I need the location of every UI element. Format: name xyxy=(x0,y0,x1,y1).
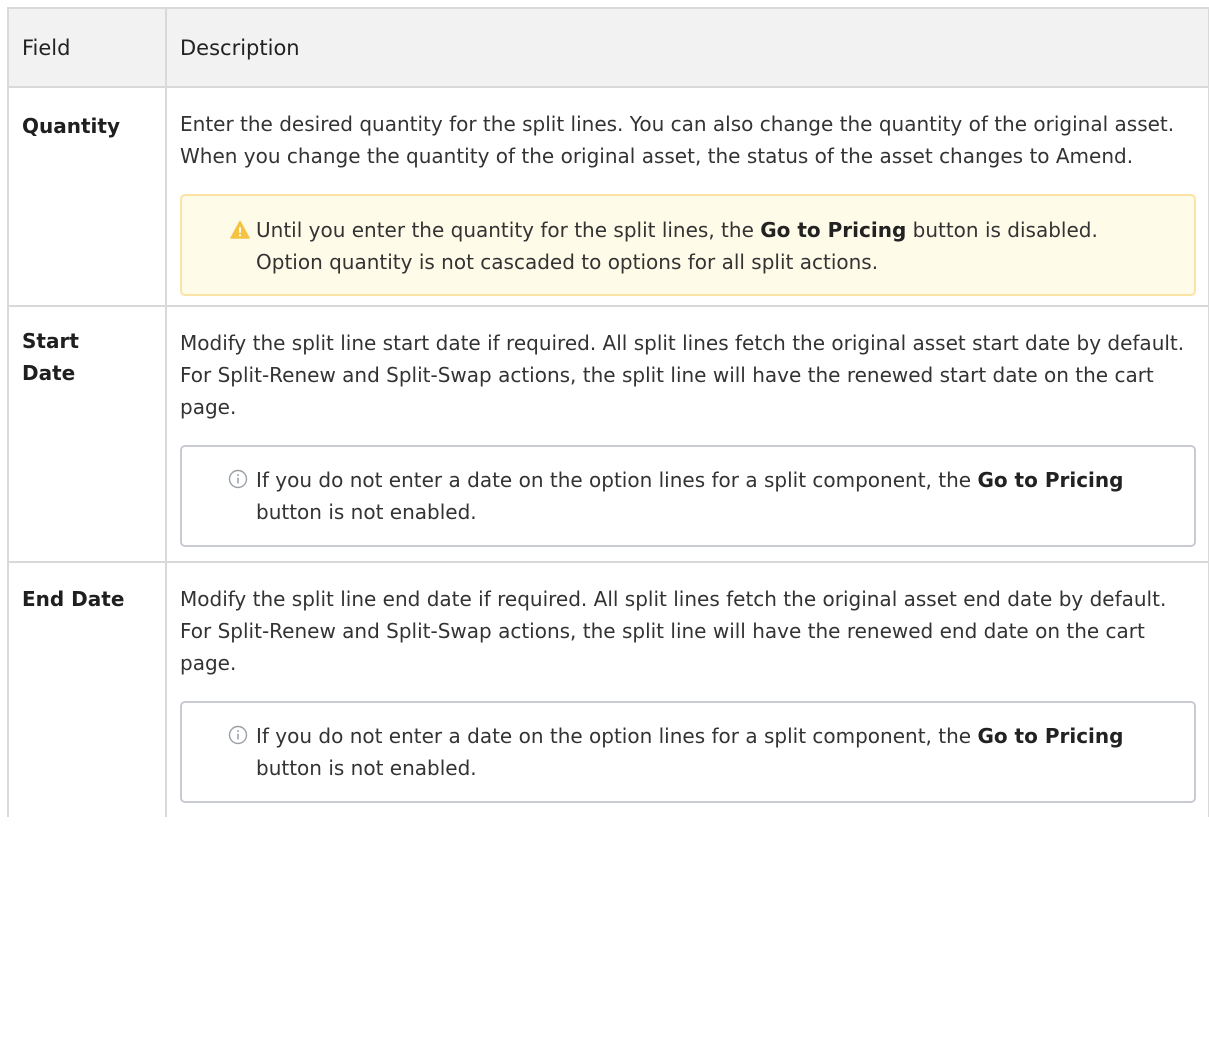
note-text: Until you enter the quantity for the spl… xyxy=(256,218,761,242)
note-line: If you do not enter a date on the option… xyxy=(256,464,1174,528)
note-line: Option quantity is not cascaded to optio… xyxy=(256,250,879,274)
table-row: Quantity Enter the desired quantity for … xyxy=(7,86,1209,307)
document-page: Field Description Quantity Enter the des… xyxy=(0,0,1209,1043)
note-text: If you do not enter a date on the option… xyxy=(256,724,978,748)
field-description-cell: Modify the split line start date if requ… xyxy=(165,305,1209,563)
info-note: If you do not enter a date on the option… xyxy=(180,701,1196,803)
field-name: Start Date xyxy=(7,305,167,563)
table-header-row: Field Description xyxy=(7,7,1209,88)
column-header-field: Field xyxy=(7,7,167,88)
note-text: button is not enabled. xyxy=(256,756,477,780)
field-name-text: Start Date xyxy=(22,329,79,385)
field-description-cell: Enter the desired quantity for the split… xyxy=(165,86,1209,307)
field-description-cell: Modify the split line end date if requir… xyxy=(165,561,1209,817)
warning-note: Until you enter the quantity for the spl… xyxy=(180,194,1196,296)
field-description-table: Field Description Quantity Enter the des… xyxy=(7,7,1209,817)
go-to-pricing-label: Go to Pricing xyxy=(977,468,1124,492)
field-description: Enter the desired quantity for the split… xyxy=(180,112,1175,168)
note-line: If you do not enter a date on the option… xyxy=(256,720,1174,784)
info-icon xyxy=(228,469,248,489)
table-row: Start Date Modify the split line start d… xyxy=(7,305,1209,563)
info-note: If you do not enter a date on the option… xyxy=(180,445,1196,547)
note-text: button is disabled. xyxy=(906,218,1098,242)
note-text: button is not enabled. xyxy=(256,500,477,524)
table-row: End Date Modify the split line end date … xyxy=(7,561,1209,817)
column-header-description: Description xyxy=(165,7,1209,88)
field-name: Quantity xyxy=(7,86,167,307)
warning-icon xyxy=(230,220,250,239)
go-to-pricing-label: Go to Pricing xyxy=(760,218,907,242)
field-name: End Date xyxy=(7,561,167,817)
note-line: Until you enter the quantity for the spl… xyxy=(256,214,1174,246)
field-description: Modify the split line end date if requir… xyxy=(180,587,1167,675)
note-text: If you do not enter a date on the option… xyxy=(256,468,978,492)
go-to-pricing-label: Go to Pricing xyxy=(977,724,1124,748)
info-icon xyxy=(228,725,248,745)
field-description: Modify the split line start date if requ… xyxy=(180,331,1185,419)
